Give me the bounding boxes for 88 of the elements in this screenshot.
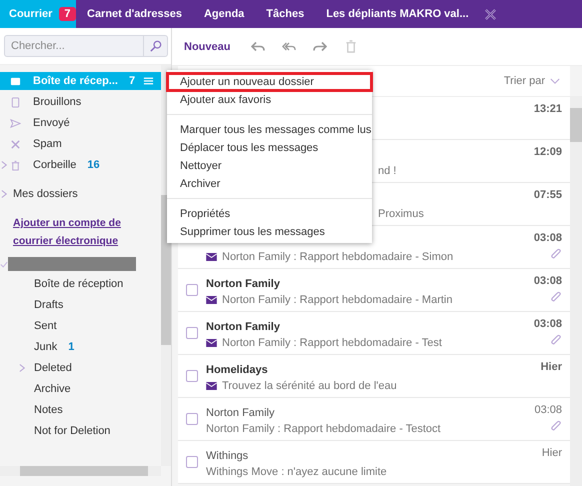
sender-name: Withings [206,450,248,462]
scrollbar[interactable] [570,96,582,486]
message-time: 03:08 [534,318,562,330]
reply-icon[interactable] [251,40,266,53]
menu-item[interactable]: Supprimer tous les messages [167,223,372,241]
unread-count: 1 [68,341,74,353]
message-time: Hier [542,447,562,459]
message-preview: Trouvez la sérénité au bord de l'eau [222,380,397,392]
envelope-icon [206,296,217,304]
unread-count: 16 [87,159,100,171]
chevron-down-icon[interactable] [550,78,560,84]
search-field[interactable]: Chercher... [4,35,168,57]
forward-icon[interactable] [313,40,328,53]
scrollbar[interactable] [0,466,161,476]
envelope-icon [206,253,217,261]
message-row[interactable]: Norton Family Norton Family : Rapport hebdomadaire - Test 03:08 [178,312,570,355]
menu-item[interactable]: Marquer tous les messages comme lus [167,114,372,139]
menu-item[interactable]: Déplacer tous les messages [167,139,372,157]
message-preview: Norton Family : Rapport hebdomadaire - Test [222,337,442,349]
folder-item[interactable]: Archive [0,380,162,398]
sort-dropdown[interactable]: Trier par [504,75,545,87]
paperclip-icon [550,248,562,260]
message-row[interactable]: Homelidays Trouvez la sérénité au bord de l'eau Hier [178,355,570,398]
folder-group-label[interactable]: Mes dossiers [13,188,78,200]
folder-item[interactable]: Envoyé [0,114,162,132]
message-row[interactable]: Withings Withings Move : n'ayez aucune limite Hier [178,441,570,484]
nav-tab[interactable]: Carnet d'adresses [76,0,193,28]
sender-name: Norton Family [206,278,280,290]
nav-tab[interactable]: Courrier 7 [0,0,76,28]
message-preview: nd ! [378,165,396,177]
checkbox[interactable] [186,284,198,296]
menu-item[interactable]: Propriétés [167,198,372,223]
new-button[interactable]: Nouveau [184,40,230,52]
folder-item[interactable]: Deleted [0,359,162,377]
reply-all-icon[interactable] [282,40,296,53]
checkbox[interactable] [186,413,198,425]
folder-item[interactable]: Not for Deletion [0,422,162,440]
message-preview: Norton Family : Rapport hebdomadaire - Simon [222,251,454,263]
paperclip-icon [550,291,562,303]
envelope-icon [206,339,217,347]
folder-item[interactable]: Spam [0,135,162,153]
nav-tab[interactable]: Les dépliants MAKRO val... [315,0,480,28]
checkbox[interactable] [186,327,198,339]
close-icon[interactable] [484,8,497,20]
message-time: 12:09 [534,146,562,158]
paperclip-icon [550,334,562,346]
message-time: 03:08 [534,275,562,287]
sender-name: Norton Family [206,321,280,333]
message-preview: Norton Family : Rapport hebdomadaire - Martin [222,294,452,306]
add-account-link[interactable]: Ajouter un compte de courrier électronique [0,214,162,250]
message-time: 07:55 [534,189,562,201]
folder-item[interactable]: Sent [0,317,162,335]
trash-icon[interactable] [344,40,358,53]
unread-badge: 7 [59,7,76,21]
envelope-icon [206,382,217,390]
sender-name: Homelidays [206,364,268,376]
message-time: 13:21 [534,103,562,115]
nav-tab[interactable]: Agenda [192,0,256,28]
search-icon[interactable] [149,40,162,52]
chevron-icon[interactable] [1,189,8,199]
menu-icon[interactable] [143,76,154,86]
menu-item[interactable]: Ajouter un nouveau dossier [167,73,372,91]
folder-item[interactable]: Notes [0,401,162,419]
folder-item[interactable]: Junk 1 [0,338,162,356]
folder-item[interactable]: Drafts [0,296,162,314]
checkbox[interactable] [186,456,198,468]
chevron-icon[interactable] [19,363,26,373]
message-time: 03:08 [534,404,562,416]
message-row[interactable]: Norton Family Norton Family : Rapport hebdomadaire - Martin 03:08 [178,269,570,312]
menu-item[interactable]: Nettoyer [167,157,372,175]
sender-name: Norton Family [206,407,274,419]
folder-item[interactable]: Boîte de réception [0,275,162,293]
folder-item[interactable]: Brouillons [0,93,162,111]
message-row[interactable]: Norton Family Norton Family : Rapport hebdomadaire - Testoct 03:08 [178,398,570,441]
menu-item[interactable]: Archiver [167,175,372,193]
nav-tab[interactable]: Tâches [255,0,316,28]
checkbox[interactable] [186,370,198,382]
message-time: Hier [540,361,562,373]
message-preview: Norton Family : Rapport hebdomadaire - Testoct [206,423,441,435]
message-preview: Withings Move : n'ayez aucune limite [206,466,387,478]
message-time: 03:08 [534,232,562,244]
check-icon [0,260,8,268]
chevron-icon[interactable] [1,160,8,170]
menu-item[interactable]: Ajouter aux favoris [167,91,372,109]
unread-count: 7 [128,75,136,87]
paperclip-icon [550,420,562,432]
folder-item[interactable]: Corbeille 16 [0,156,162,174]
message-preview: Proximus [378,208,424,220]
